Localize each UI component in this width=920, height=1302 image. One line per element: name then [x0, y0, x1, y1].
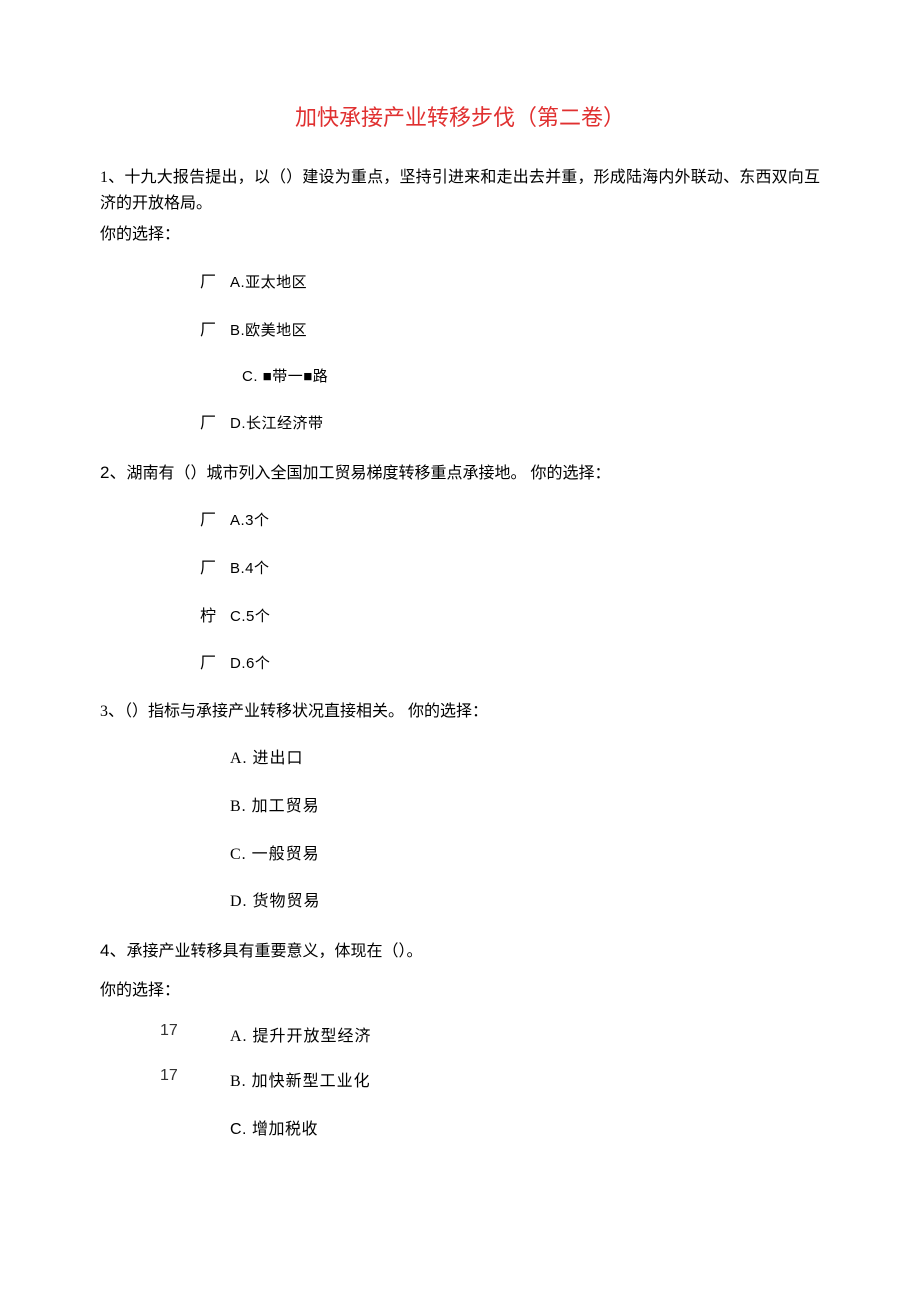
radio-marker: 厂 — [200, 508, 230, 534]
option-label: C. 增加税收 — [230, 1117, 318, 1143]
q1-option-d[interactable]: 厂 D.长江经济带 — [200, 411, 820, 437]
q1-text: 十九大报告提出，以（）建设为重点，坚持引进来和走出去并重，形成陆海内外联动、东西… — [100, 169, 820, 212]
q1-options: 厂 A.亚太地区 厂 B.欧美地区 C. ■带一■路 厂 D.长江经济带 — [100, 270, 820, 437]
q3-number: 3、 — [100, 703, 124, 720]
question-3: 3、（）指标与承接产业转移状况直接相关。 你的选择： A. 进出口 B. 加工贸… — [100, 699, 820, 915]
q1-number: 1、 — [100, 169, 124, 186]
q4-option-c[interactable]: C. 增加税收 — [160, 1117, 820, 1143]
option-label: A.3个 — [230, 509, 270, 533]
question-2: 2、湖南有（）城市列入全国加工贸易梯度转移重点承接地。 你的选择： 厂 A.3个… — [100, 459, 820, 677]
q1-stem: 1、十九大报告提出，以（）建设为重点，坚持引进来和走出去并重，形成陆海内外联动、… — [100, 165, 820, 216]
option-label: A.亚太地区 — [230, 271, 307, 295]
q4-your-choice: 你的选择： — [100, 978, 820, 1004]
q4-option-a[interactable]: 17 A. 提升开放型经济 — [160, 1018, 820, 1050]
option-label: B.欧美地区 — [230, 319, 307, 343]
option-badge: 17 — [160, 1063, 230, 1089]
q1-option-b[interactable]: 厂 B.欧美地区 — [200, 318, 820, 344]
q2-options: 厂 A.3个 厂 B.4个 柠 C.5个 厂 D.6个 — [100, 508, 820, 676]
document-title: 加快承接产业转移步伐（第二卷） — [100, 100, 820, 135]
q2-text: 湖南有（）城市列入全国加工贸易梯度转移重点承接地。 你的选择： — [126, 465, 610, 482]
option-label: C. ■带一■路 — [230, 365, 328, 389]
q4-options: 17 A. 提升开放型经济 17 B. 加快新型工业化 C. 增加税收 — [100, 1018, 820, 1143]
q2-stem: 2、湖南有（）城市列入全国加工贸易梯度转移重点承接地。 你的选择： — [100, 459, 820, 487]
q3-option-c[interactable]: C. 一般贸易 — [230, 842, 820, 868]
option-label: B. 加快新型工业化 — [230, 1063, 371, 1095]
option-badge: 17 — [160, 1018, 230, 1044]
radio-marker: 厂 — [200, 411, 230, 437]
q3-option-d[interactable]: D. 货物贸易 — [230, 889, 820, 915]
q2-option-d[interactable]: 厂 D.6个 — [200, 651, 820, 677]
q4-number: 4、 — [100, 941, 126, 960]
radio-marker: 厂 — [200, 318, 230, 344]
option-label: C.5个 — [230, 605, 270, 629]
radio-marker: 厂 — [200, 556, 230, 582]
option-label: D.6个 — [230, 652, 270, 676]
q1-your-choice: 你的选择： — [100, 222, 820, 248]
question-4: 4、承接产业转移具有重要意义，体现在（）。 你的选择： 17 A. 提升开放型经… — [100, 937, 820, 1143]
radio-marker: 柠 — [200, 604, 230, 630]
q3-text: （）指标与承接产业转移状况直接相关。 你的选择： — [124, 703, 488, 720]
q1-option-a[interactable]: 厂 A.亚太地区 — [200, 270, 820, 296]
option-label: C. 一般贸易 — [230, 842, 320, 868]
q4-stem: 4、承接产业转移具有重要意义，体现在（）。 — [100, 937, 820, 965]
q1-option-c[interactable]: C. ■带一■路 — [200, 365, 820, 389]
q3-stem: 3、（）指标与承接产业转移状况直接相关。 你的选择： — [100, 699, 820, 725]
option-label: D.长江经济带 — [230, 412, 324, 436]
q2-option-a[interactable]: 厂 A.3个 — [200, 508, 820, 534]
question-1: 1、十九大报告提出，以（）建设为重点，坚持引进来和走出去并重，形成陆海内外联动、… — [100, 165, 820, 437]
option-label: A. 提升开放型经济 — [230, 1018, 372, 1050]
q3-option-b[interactable]: B. 加工贸易 — [230, 794, 820, 820]
q4-text: 承接产业转移具有重要意义，体现在（）。 — [126, 943, 422, 960]
radio-marker: 厂 — [200, 651, 230, 677]
q2-option-c[interactable]: 柠 C.5个 — [200, 604, 820, 630]
option-label: A. 进出口 — [230, 746, 304, 772]
q3-option-a[interactable]: A. 进出口 — [230, 746, 820, 772]
q2-number: 2、 — [100, 463, 126, 482]
option-label: D. 货物贸易 — [230, 889, 321, 915]
radio-marker: 厂 — [200, 270, 230, 296]
option-label: B.4个 — [230, 557, 270, 581]
q4-option-b[interactable]: 17 B. 加快新型工业化 — [160, 1063, 820, 1095]
q2-option-b[interactable]: 厂 B.4个 — [200, 556, 820, 582]
option-label: B. 加工贸易 — [230, 794, 320, 820]
q3-options: A. 进出口 B. 加工贸易 C. 一般贸易 D. 货物贸易 — [100, 746, 820, 914]
